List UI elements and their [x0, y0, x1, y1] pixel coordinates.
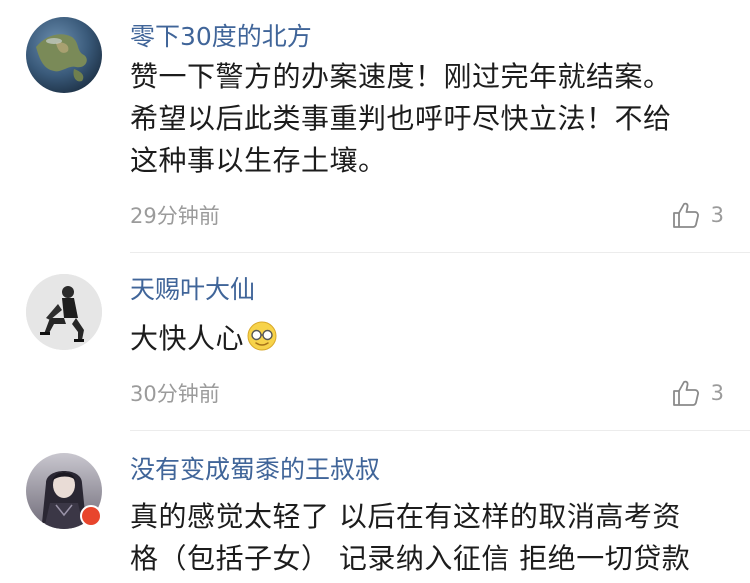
- comment-text-line: 大快人心: [130, 322, 245, 355]
- comment-text-line: 希望以后此类事重判也呼吁尽快立法！不给: [130, 102, 672, 135]
- comment-username[interactable]: 没有变成蜀黍的王叔叔: [130, 455, 380, 485]
- comment-time: 29分钟前: [130, 204, 220, 228]
- thumbs-up-icon: [672, 202, 699, 228]
- comment-time: 30分钟前: [130, 382, 220, 406]
- like-count: 3: [710, 381, 724, 405]
- comment-text-line: 赞一下警方的办案速度！刚过完年就结案。: [130, 60, 672, 93]
- comment-text: 赞一下警方的办案速度！刚过完年就结案。 希望以后此类事重判也呼吁尽快立法！不给 …: [130, 56, 720, 182]
- user-avatar[interactable]: [26, 274, 102, 350]
- comment-username[interactable]: 零下30度的北方: [130, 22, 312, 52]
- earth-globe-icon: [26, 17, 102, 93]
- like-button[interactable]: 3: [671, 378, 724, 408]
- comment-text-line: 这种事以生存土壤。: [130, 144, 387, 177]
- like-button[interactable]: 3: [671, 200, 724, 230]
- divider: [130, 430, 750, 431]
- divider: [130, 252, 750, 253]
- user-avatar[interactable]: [26, 17, 102, 93]
- comment-text-line: 格（包括子女） 记录纳入征信 拒绝一切贷款: [130, 542, 691, 575]
- comment-username[interactable]: 天赐叶大仙: [130, 275, 255, 305]
- seated-person-icon: [26, 274, 102, 350]
- comment-text-line: 真的感觉太轻了 以后在有这样的取消高考资: [130, 500, 681, 533]
- like-count: 3: [710, 203, 724, 227]
- thumbs-up-icon: [672, 380, 699, 406]
- verified-badge-icon: [80, 505, 102, 527]
- comment-text: 大快人心: [130, 318, 720, 360]
- grinning-face-emoji: [246, 320, 278, 352]
- comment-text: 真的感觉太轻了 以后在有这样的取消高考资 格（包括子女） 记录纳入征信 拒绝一切…: [130, 496, 720, 580]
